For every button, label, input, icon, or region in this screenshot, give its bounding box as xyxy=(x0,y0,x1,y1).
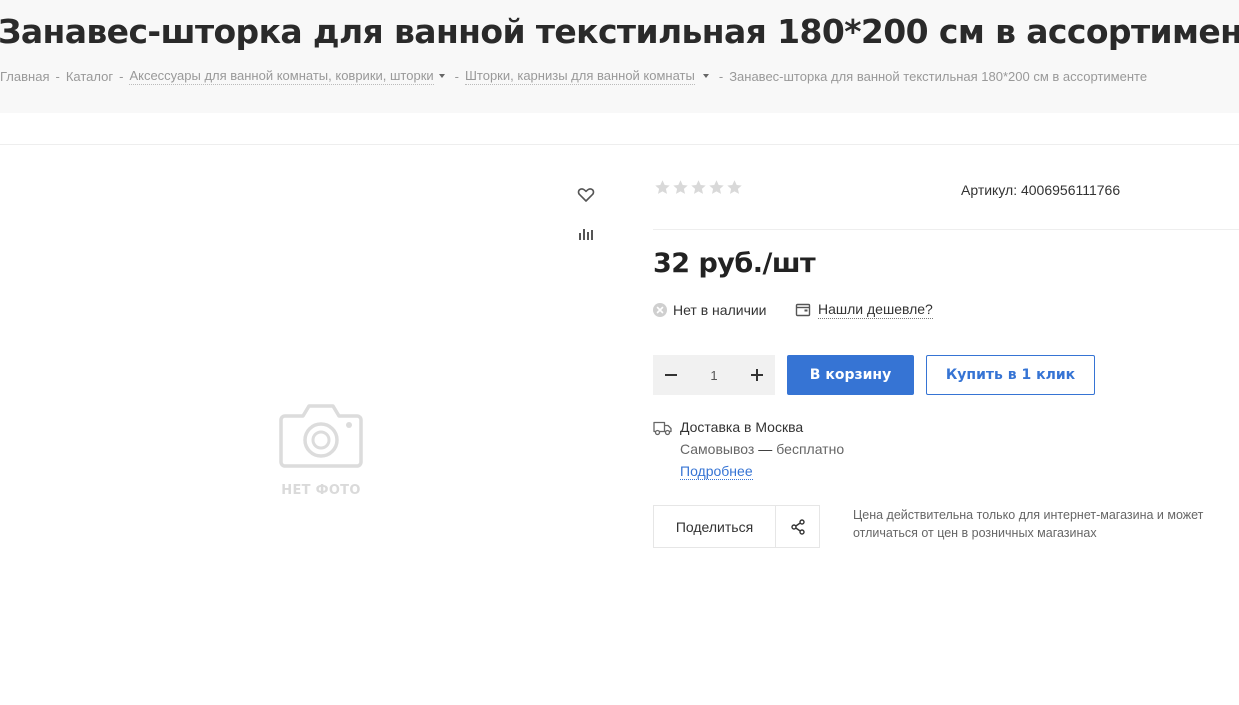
share-icon-button[interactable] xyxy=(776,506,819,547)
plus-icon xyxy=(751,369,763,381)
quantity-increase-button[interactable] xyxy=(739,355,775,395)
page-title: Занавес-шторка для ванной текстильная 18… xyxy=(0,12,1239,51)
found-cheaper-link[interactable]: Нашли дешевле? xyxy=(795,301,933,319)
star-icon xyxy=(727,180,742,194)
out-of-stock-icon xyxy=(653,303,667,317)
pickup-dash: — xyxy=(758,441,773,457)
breadcrumb-catalog[interactable]: Каталог xyxy=(66,69,113,84)
quantity-decrease-button[interactable] xyxy=(653,355,689,395)
star-icon xyxy=(691,180,706,194)
star-icon xyxy=(709,180,724,194)
camera-icon xyxy=(279,404,363,468)
breadcrumb-accessories[interactable]: Аксессуары для ванной комнаты, коврики, … xyxy=(129,68,434,85)
delivery-title: Доставка в Москва xyxy=(680,419,804,435)
breadcrumb-separator: - xyxy=(55,69,60,84)
breadcrumb: Главная - Каталог - Аксессуары для ванно… xyxy=(0,68,1147,85)
share-widget: Поделиться xyxy=(653,505,820,548)
sku-label: Артикул: 4006956111766 xyxy=(961,182,1121,198)
truck-icon xyxy=(653,421,672,436)
caret-down-icon[interactable] xyxy=(438,73,445,78)
quantity-input[interactable]: 1 xyxy=(694,368,734,383)
product-price: 32 руб./шт xyxy=(653,248,816,279)
buy-one-click-button[interactable]: Купить в 1 клик xyxy=(926,355,1095,395)
breadcrumb-separator: - xyxy=(718,69,724,84)
rating-stars xyxy=(654,179,743,196)
share-button[interactable]: Поделиться xyxy=(654,506,776,547)
breadcrumb-separator: - xyxy=(119,69,124,84)
pickup-price: бесплатно xyxy=(776,441,845,457)
delivery-more-link[interactable]: Подробнее xyxy=(680,463,753,480)
stock-status-label: Нет в наличии xyxy=(673,302,767,318)
share-icon xyxy=(790,518,805,535)
compare-chart-icon[interactable] xyxy=(576,224,596,244)
wallet-icon xyxy=(795,303,811,317)
breadcrumb-separator: - xyxy=(454,69,459,84)
quantity-stepper: 1 xyxy=(653,355,775,395)
pickup-label: Самовывоз xyxy=(680,441,755,457)
found-cheaper-label[interactable]: Нашли дешевле? xyxy=(818,301,933,319)
star-icon xyxy=(673,180,688,194)
no-photo-placeholder: НЕТ ФОТО xyxy=(278,402,364,498)
breadcrumb-home[interactable]: Главная xyxy=(0,69,49,84)
heart-icon[interactable] xyxy=(576,185,596,205)
add-to-cart-button[interactable]: В корзину xyxy=(787,355,914,395)
delivery-pickup: Самовывоз — бесплатно xyxy=(680,441,844,457)
divider xyxy=(653,229,1239,230)
divider xyxy=(0,144,1239,145)
star-icon xyxy=(655,180,670,194)
caret-down-icon[interactable] xyxy=(702,73,709,78)
no-photo-label: НЕТ ФОТО xyxy=(281,483,361,498)
breadcrumb-curtains[interactable]: Шторки, карнизы для ванной комнаты xyxy=(465,68,695,85)
breadcrumb-current: Занавес-шторка для ванной текстильная 18… xyxy=(729,69,1148,84)
stock-status: Нет в наличии xyxy=(653,302,767,318)
price-disclaimer: Цена действительна только для интернет-м… xyxy=(853,508,1204,540)
minus-icon xyxy=(665,374,677,376)
